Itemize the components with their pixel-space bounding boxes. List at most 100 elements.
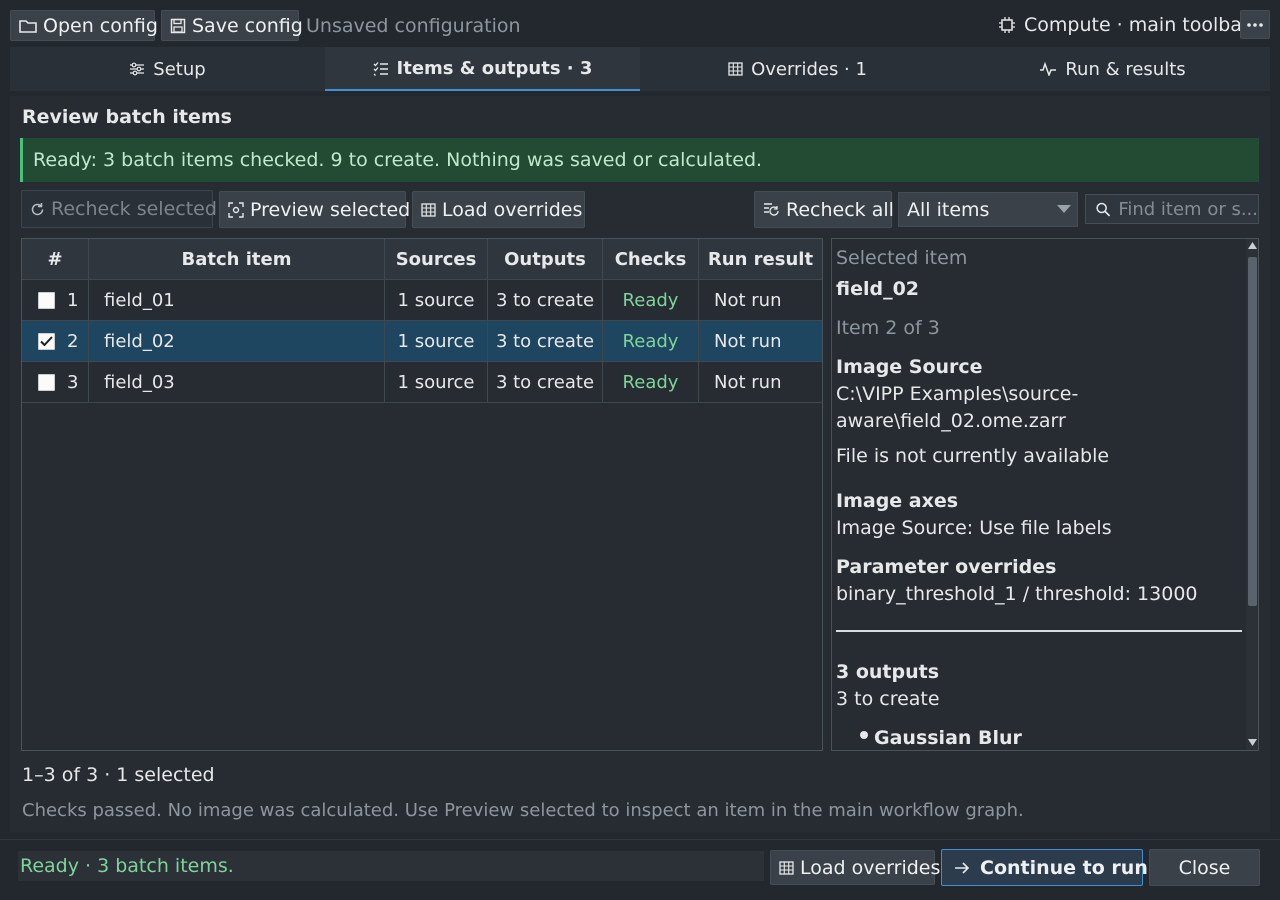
tab-items-outputs[interactable]: Items & outputs · 3 — [325, 47, 640, 91]
footer-status-text: Ready · 3 batch items. — [20, 855, 234, 877]
row-checkbox[interactable] — [38, 373, 55, 391]
column-header-number[interactable]: # — [22, 239, 89, 279]
chevron-down-icon — [1057, 205, 1071, 213]
details-heading: Selected item — [836, 247, 968, 269]
table-header-row: # Batch item Sources Outputs Checks Run … — [22, 239, 822, 280]
tab-overrides-label: Overrides · 1 — [751, 58, 867, 80]
outputs-cell: 3 to create — [488, 362, 603, 402]
recheck-all-label: Recheck all — [786, 198, 894, 221]
top-toolbar: Open config Save config Unsaved configur… — [0, 0, 1280, 48]
item-filter-select[interactable]: All items — [898, 192, 1078, 227]
parameter-overrides-value: binary_threshold_1 / threshold: 13000 — [836, 583, 1198, 605]
recheck-list-icon — [764, 203, 779, 216]
checks-cell: Ready — [603, 280, 699, 320]
tab-setup-label: Setup — [153, 58, 206, 80]
row-number: 1 — [67, 289, 79, 311]
activity-icon — [1040, 62, 1057, 76]
search-placeholder: Find item or s... — [1118, 198, 1258, 220]
continue-to-run-button[interactable]: Continue to run — [941, 849, 1148, 886]
more-menu-button[interactable] — [1240, 10, 1270, 39]
footer-status: Ready · 3 batch items. — [18, 851, 764, 881]
column-header-batch-item[interactable]: Batch item — [89, 239, 385, 279]
load-overrides-button[interactable]: Load overrides — [412, 191, 585, 228]
column-header-checks[interactable]: Checks — [603, 239, 699, 279]
sliders-icon — [130, 62, 145, 76]
item-filter-value: All items — [907, 198, 990, 221]
outputs-cell: 3 to create — [488, 321, 603, 361]
tab-run-results-label: Run & results — [1065, 58, 1186, 80]
run-result-cell: Not run — [714, 289, 782, 311]
sources-cell: 1 source — [385, 321, 488, 361]
table-icon — [421, 202, 436, 217]
tab-run-results[interactable]: Run & results — [955, 47, 1270, 91]
status-banner: Ready: 3 batch items checked. 9 to creat… — [20, 138, 1259, 182]
row-checkbox[interactable] — [38, 291, 55, 309]
checklist-icon — [373, 61, 388, 76]
details-scrollbar-thumb[interactable] — [1248, 257, 1257, 606]
save-config-button[interactable]: Save config — [161, 10, 303, 41]
context-label-text: Compute · main toolbar — [1024, 14, 1250, 36]
refresh-icon — [31, 202, 44, 215]
row-number: 3 — [67, 371, 79, 393]
tab-overrides[interactable]: Overrides · 1 — [640, 47, 955, 91]
row-number-cell: 2 — [22, 321, 89, 361]
scroll-up-icon[interactable] — [1248, 242, 1257, 249]
item-position: Item 2 of 3 — [836, 317, 940, 339]
checks-cell: Ready — [603, 321, 699, 361]
table-row[interactable]: 2 field_02 1 source 3 to create Ready No… — [22, 321, 822, 362]
save-config-label: Save config — [192, 14, 303, 37]
outputs-title: 3 outputs — [836, 661, 940, 683]
item-search-input[interactable]: Find item or s... — [1085, 194, 1259, 224]
row-number-cell: 1 — [22, 280, 89, 320]
column-header-sources[interactable]: Sources — [385, 239, 488, 279]
checkmark-icon — [40, 335, 53, 346]
scroll-down-icon[interactable] — [1248, 739, 1257, 746]
close-button[interactable]: Close — [1149, 849, 1260, 886]
folder-icon — [19, 19, 37, 33]
image-source-title: Image Source — [836, 356, 983, 378]
output-list-item: Gaussian Blur — [860, 727, 1022, 749]
tab-setup[interactable]: Setup — [10, 47, 325, 91]
arrow-right-icon — [955, 861, 970, 874]
row-checkbox[interactable] — [38, 332, 55, 350]
tab-items-outputs-label: Items & outputs · 3 — [396, 57, 593, 79]
footer-load-overrides-button[interactable]: Load overrides — [770, 850, 940, 885]
recheck-all-button[interactable]: Recheck all — [754, 191, 894, 228]
table-row[interactable]: 3 field_03 1 source 3 to create Ready No… — [22, 362, 822, 403]
open-config-label: Open config — [43, 14, 158, 37]
table-icon — [728, 62, 743, 76]
search-icon — [1096, 202, 1111, 216]
parameter-overrides-title: Parameter overrides — [836, 556, 1057, 578]
load-overrides-label: Load overrides — [442, 198, 583, 221]
save-icon — [170, 18, 186, 33]
image-axes-value: Image Source: Use file labels — [836, 517, 1112, 539]
run-result-cell: Not run — [714, 371, 782, 393]
preview-selected-button[interactable]: Preview selected — [219, 191, 410, 228]
unsaved-status: Unsaved configuration — [306, 15, 521, 37]
selected-item-details: Selected item field_02 Item 2 of 3 Image… — [831, 238, 1259, 751]
details-divider — [836, 630, 1242, 632]
close-label: Close — [1178, 856, 1231, 879]
outputs-cell: 3 to create — [488, 280, 603, 320]
batch-item-cell: field_03 — [89, 362, 385, 402]
tab-bar: Setup Items & outputs · 3 Overrides · 1 … — [10, 47, 1270, 91]
column-header-run-result[interactable]: Run result — [699, 239, 822, 279]
row-number-cell: 3 — [22, 362, 89, 402]
batch-item-cell: field_02 — [89, 321, 385, 361]
table-row[interactable]: 1 field_01 1 source 3 to create Ready No… — [22, 280, 822, 321]
footer-divider — [0, 839, 1280, 840]
open-config-button[interactable]: Open config — [10, 10, 158, 41]
section-title: Review batch items — [22, 106, 232, 128]
recheck-selected-button[interactable]: Recheck selected — [21, 190, 217, 228]
hint-text: Checks passed. No image was calculated. … — [22, 800, 1024, 821]
row-number: 2 — [67, 330, 79, 352]
batch-items-table: # Batch item Sources Outputs Checks Run … — [21, 238, 823, 751]
column-header-outputs[interactable]: Outputs — [488, 239, 603, 279]
footer-load-overrides-label: Load overrides — [800, 856, 941, 879]
preview-selected-label: Preview selected — [250, 198, 411, 221]
image-axes-title: Image axes — [836, 490, 959, 512]
selection-summary: 1–3 of 3 · 1 selected — [22, 764, 215, 786]
image-source-status: File is not currently available — [836, 445, 1110, 467]
sources-cell: 1 source — [385, 280, 488, 320]
context-label: Compute · main toolbar — [998, 14, 1250, 36]
